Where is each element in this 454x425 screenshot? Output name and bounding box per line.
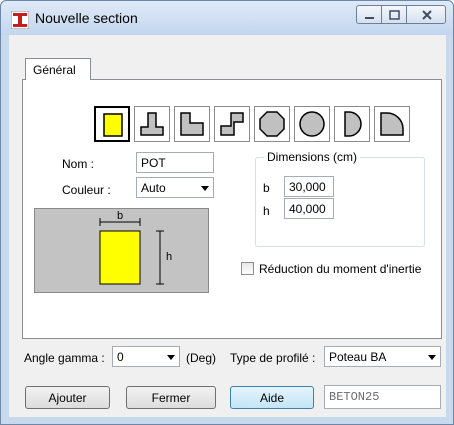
l-section-shape-icon bbox=[180, 112, 204, 136]
minimize-button[interactable] bbox=[356, 5, 382, 24]
aide-button[interactable]: Aide bbox=[230, 386, 314, 409]
close-button[interactable] bbox=[406, 5, 446, 24]
ajouter-button[interactable]: Ajouter bbox=[25, 386, 110, 409]
dimension-h-label: h bbox=[263, 204, 270, 218]
circle-shape-icon bbox=[299, 111, 325, 137]
profile-type-select[interactable]: Poteau BA bbox=[324, 346, 441, 367]
rectangle-shape-icon bbox=[103, 113, 123, 137]
preview-b-label: b bbox=[117, 210, 124, 222]
dimension-b-field[interactable]: 30,000 bbox=[284, 176, 334, 197]
chevron-down-icon bbox=[167, 355, 175, 360]
preview-h-label: h bbox=[166, 251, 173, 263]
profile-type-label: Type de profilé : bbox=[230, 351, 316, 365]
angle-gamma-label: Angle gamma : bbox=[24, 351, 105, 365]
angle-unit-label: (Deg) bbox=[186, 351, 217, 365]
shape-t-section-button[interactable] bbox=[134, 106, 170, 142]
shape-half-circle-button[interactable] bbox=[334, 106, 370, 142]
reduction-checkbox[interactable] bbox=[241, 262, 254, 275]
close-icon bbox=[422, 10, 432, 20]
fermer-button[interactable]: Fermer bbox=[126, 386, 216, 409]
shape-l-section-button[interactable] bbox=[174, 106, 210, 142]
title-bar[interactable]: Nouvelle section bbox=[1, 1, 453, 35]
maximize-button[interactable] bbox=[381, 5, 407, 24]
dimensions-group: Dimensions (cm) bbox=[255, 150, 425, 247]
window-title: Nouvelle section bbox=[35, 10, 138, 26]
dimension-b-label: b bbox=[263, 181, 270, 195]
couleur-select[interactable]: Auto bbox=[136, 177, 214, 198]
maximize-icon bbox=[389, 10, 400, 20]
couleur-select-value: Auto bbox=[141, 181, 166, 195]
angle-gamma-value: 0 bbox=[117, 350, 124, 364]
chevron-down-icon bbox=[428, 355, 436, 360]
dimensions-legend: Dimensions (cm) bbox=[264, 150, 361, 164]
octagon-shape-icon bbox=[259, 111, 285, 137]
tab-general-label: Général bbox=[33, 63, 76, 77]
shape-z-section-button[interactable] bbox=[214, 106, 250, 142]
material-field: BETON25 bbox=[324, 385, 441, 409]
angle-gamma-select[interactable]: 0 bbox=[112, 346, 180, 367]
z-section-shape-icon bbox=[220, 112, 244, 136]
shape-rectangle-button[interactable] bbox=[94, 106, 130, 142]
chevron-down-icon bbox=[201, 186, 209, 191]
t-section-shape-icon bbox=[140, 112, 164, 136]
nom-label: Nom : bbox=[62, 157, 95, 171]
minimize-icon bbox=[365, 17, 374, 19]
shape-octagon-button[interactable] bbox=[254, 106, 290, 142]
shape-circle-button[interactable] bbox=[294, 106, 330, 142]
couleur-label: Couleur : bbox=[62, 183, 111, 197]
tab-general[interactable]: Général bbox=[25, 58, 91, 80]
quarter-circle-shape-icon bbox=[380, 112, 404, 136]
reduction-label: Réduction du moment d'inertie bbox=[259, 262, 422, 276]
dimension-h-field[interactable]: 40,000 bbox=[284, 198, 334, 219]
i-beam-red-icon bbox=[11, 11, 29, 29]
profile-type-value: Poteau BA bbox=[329, 350, 387, 364]
nom-field[interactable]: POT bbox=[136, 152, 214, 173]
shape-quarter-circle-button[interactable] bbox=[374, 106, 410, 142]
half-circle-shape-icon bbox=[344, 111, 362, 137]
